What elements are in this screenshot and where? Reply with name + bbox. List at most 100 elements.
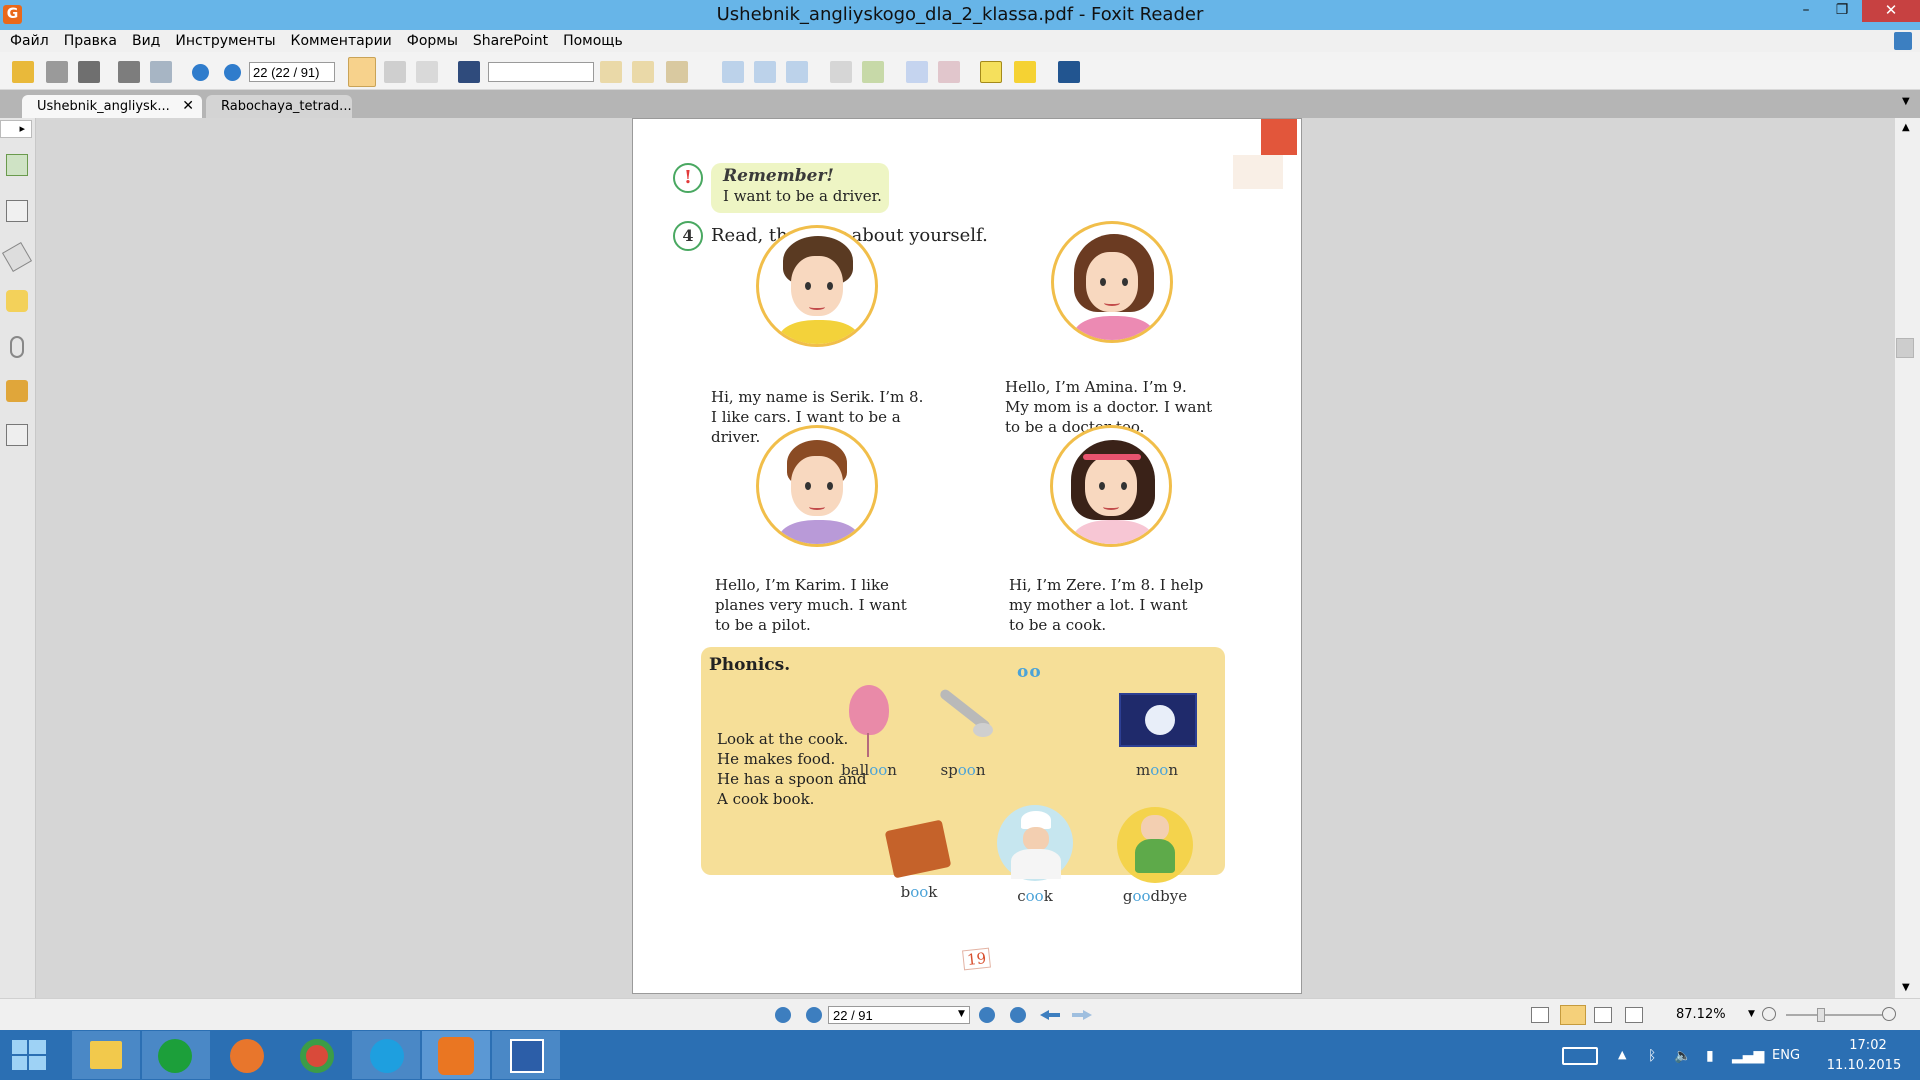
first-page-icon[interactable] [775, 1007, 791, 1023]
sidebar-toggle-button[interactable]: ▸ [0, 120, 32, 138]
menu-view[interactable]: Вид [132, 33, 160, 49]
find-previous-icon[interactable] [600, 61, 622, 83]
taskbar-chrome[interactable] [282, 1031, 350, 1079]
attachments-icon[interactable] [10, 336, 24, 358]
create-pdf-icon[interactable] [906, 61, 928, 83]
single-page-view-icon[interactable] [1531, 1007, 1549, 1023]
typewriter-icon[interactable] [830, 61, 852, 83]
logo-pane [29, 1056, 46, 1070]
find-options-icon[interactable] [666, 61, 688, 83]
combine-icon[interactable] [938, 61, 960, 83]
layers-icon[interactable] [1, 241, 33, 273]
rhyme-line: A cook book. [717, 790, 815, 808]
power-icon[interactable]: ▮ [1706, 1048, 1714, 1064]
previous-page-icon[interactable] [806, 1007, 822, 1023]
text-line: my mother a lot. I want [1009, 596, 1188, 614]
fit-width-icon[interactable] [786, 61, 808, 83]
hand-tool-icon[interactable] [348, 57, 376, 87]
page-number-input[interactable] [249, 62, 335, 82]
taskbar-firefox[interactable] [212, 1031, 280, 1079]
taskbar-foxit[interactable] [422, 1031, 490, 1079]
eye [827, 282, 833, 290]
foxit-cloud-icon[interactable] [1058, 61, 1080, 83]
taskbar-word[interactable] [492, 1031, 560, 1079]
bluetooth-icon[interactable]: ᛒ [1648, 1048, 1656, 1064]
zoom-in-icon[interactable] [1882, 1007, 1896, 1021]
window-title: Ushebnik_angliyskogo_dla_2_klassa.pdf - … [716, 4, 1204, 25]
select-arrow-icon[interactable] [416, 61, 438, 83]
continuous-facing-view-icon[interactable] [1625, 1007, 1643, 1023]
minimize-button[interactable]: – [1790, 0, 1822, 22]
zoom-dropdown-icon[interactable]: ▼ [1748, 1009, 1755, 1019]
text-box-icon[interactable] [980, 61, 1002, 83]
zoom-slider-handle[interactable] [1817, 1008, 1825, 1022]
taskbar-mail-agent[interactable] [142, 1031, 210, 1079]
comments-icon[interactable] [6, 290, 28, 312]
menu-tools[interactable]: Инструменты [175, 33, 275, 49]
zoom-level[interactable]: 87.12% [1676, 1007, 1726, 1022]
select-text-icon[interactable] [384, 61, 406, 83]
network-icon[interactable]: ▂▄▆ [1732, 1048, 1764, 1064]
bookmarks-icon[interactable] [6, 154, 28, 176]
facing-view-icon[interactable] [1594, 1007, 1612, 1023]
forward-arrow-icon[interactable] [1072, 1010, 1092, 1020]
tab-ushebnik[interactable]: Ushebnik_angliysk... ✕ [22, 95, 202, 118]
next-page-icon[interactable] [979, 1007, 995, 1023]
zoom-slider[interactable] [1786, 1014, 1882, 1016]
portrait-amina [1051, 221, 1173, 343]
save-all-icon[interactable] [78, 61, 100, 83]
previous-page-icon[interactable] [192, 64, 209, 81]
pages-icon[interactable] [6, 200, 28, 222]
vertical-scrollbar[interactable]: ▲ ▼ [1895, 118, 1920, 998]
eye [1099, 482, 1105, 490]
status-page-input[interactable] [828, 1006, 970, 1024]
scroll-down-icon[interactable]: ▼ [1902, 982, 1910, 993]
scroll-up-icon[interactable]: ▲ [1902, 122, 1910, 133]
menu-help[interactable]: Помощь [563, 33, 623, 49]
tab-close-icon[interactable]: ✕ [182, 95, 194, 118]
word-oo: oo [1150, 761, 1169, 779]
maximize-button[interactable]: ❐ [1826, 0, 1858, 22]
find-binoculars-icon[interactable] [458, 61, 480, 83]
windows-start-icon[interactable] [12, 1040, 46, 1072]
volume-icon[interactable]: 🔈 [1674, 1048, 1691, 1064]
last-page-icon[interactable] [1010, 1007, 1026, 1023]
keyboard-icon[interactable] [1562, 1047, 1598, 1065]
rotate-icon[interactable] [754, 61, 776, 83]
continuous-view-icon[interactable] [1560, 1005, 1586, 1025]
fit-page-icon[interactable] [722, 61, 744, 83]
page-dropdown-icon[interactable]: ▼ [958, 1009, 965, 1019]
scan-icon[interactable] [150, 61, 172, 83]
menu-file[interactable]: Файл [10, 33, 49, 49]
find-next-icon[interactable] [632, 61, 654, 83]
mouth [1104, 300, 1120, 306]
next-page-icon[interactable] [224, 64, 241, 81]
expand-ribbon-icon[interactable] [1894, 32, 1912, 50]
print-icon[interactable] [118, 61, 140, 83]
clock-time[interactable]: 17:02 [1838, 1038, 1898, 1053]
back-arrow-icon[interactable] [1040, 1010, 1060, 1020]
note-comment-icon[interactable] [1014, 61, 1036, 83]
menu-comments[interactable]: Комментарии [291, 33, 392, 49]
mouth [809, 304, 825, 310]
save-icon[interactable] [46, 61, 68, 83]
tab-rabochaya[interactable]: Rabochaya_tetrad... [206, 95, 352, 118]
tab-list-chevron-icon[interactable]: ▼ [1902, 96, 1910, 107]
zoom-out-icon[interactable] [1762, 1007, 1776, 1021]
menu-sharepoint[interactable]: SharePoint [473, 33, 548, 49]
security-lock-icon[interactable] [6, 380, 28, 402]
signature-icon[interactable] [6, 424, 28, 446]
open-folder-icon[interactable] [12, 61, 34, 83]
menu-edit[interactable]: Правка [64, 33, 117, 49]
search-input[interactable] [488, 62, 594, 82]
close-button[interactable]: ✕ [1862, 0, 1920, 22]
taskbar-skype[interactable] [352, 1031, 420, 1079]
convert-icon[interactable] [862, 61, 884, 83]
scroll-thumb[interactable] [1896, 338, 1914, 358]
clock-date[interactable]: 11.10.2015 [1824, 1058, 1904, 1073]
show-hidden-icons-icon[interactable]: ▲ [1618, 1048, 1626, 1061]
taskbar-explorer[interactable] [72, 1031, 140, 1079]
menu-forms[interactable]: Формы [407, 33, 458, 49]
word-icon [510, 1039, 544, 1073]
language-indicator[interactable]: ENG [1772, 1048, 1800, 1063]
